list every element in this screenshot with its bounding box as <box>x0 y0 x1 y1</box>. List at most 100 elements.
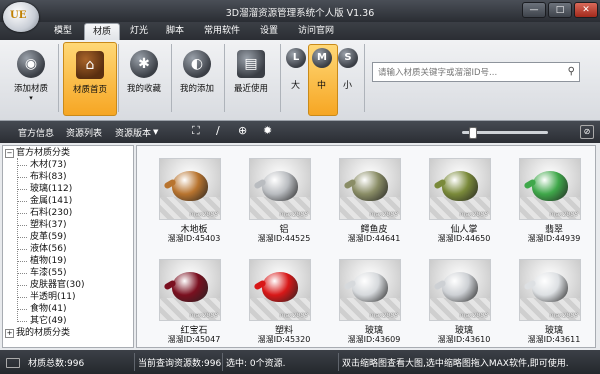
material-item[interactable]: max2008 玻璃 溜溜ID:43611 <box>511 259 581 345</box>
status-divider <box>222 353 223 371</box>
my-added-button[interactable]: ◐ 我的添加 <box>174 42 220 114</box>
tree-item[interactable]: 塑料(37) <box>30 219 66 231</box>
tree-root-mine[interactable]: + 我的材质分类 <box>5 327 70 339</box>
material-item[interactable]: max2008 铝溜溜ID:44525 <box>241 158 311 244</box>
status-bar: 材质总数:996 当前查询资源数:996 选中: 0个资源. 双击缩略图查看大图… <box>0 350 600 374</box>
tab-script[interactable]: 脚本 <box>160 23 190 40</box>
material-home-label: 材质首页 <box>72 85 107 95</box>
tree-item[interactable]: 玻璃(112) <box>30 183 72 195</box>
tree-item[interactable]: 皮革(59) <box>30 231 66 243</box>
material-id: 溜溜ID:44525 <box>257 234 311 243</box>
teapot-preview <box>442 272 478 302</box>
tree-item[interactable]: 半透明(11) <box>30 291 75 303</box>
material-thumbnail[interactable]: max2008 <box>519 158 581 220</box>
tree-item[interactable]: 液体(56) <box>30 243 66 255</box>
minimize-button[interactable]: — <box>522 2 546 18</box>
tree-item[interactable]: 金属(141) <box>30 195 72 207</box>
thumbnail-watermark: max2008 <box>279 312 308 319</box>
material-thumbnail[interactable]: max2008 <box>429 158 491 220</box>
zoom-icon[interactable]: ⊕ <box>238 124 247 137</box>
tree-item[interactable]: 食物(41) <box>30 303 66 315</box>
material-id: 溜溜ID:45403 <box>167 234 221 243</box>
tree-item[interactable]: 车漆(55) <box>30 267 66 279</box>
material-thumbnail[interactable]: max2008 <box>159 259 221 321</box>
tree-item[interactable]: 皮肤器官(30) <box>30 279 84 291</box>
tree-item[interactable]: 石料(230) <box>30 207 72 219</box>
maximize-button[interactable]: □ <box>548 2 572 18</box>
app-title: 3D溜溜资源管理系统个人版 V1.36 <box>225 8 375 19</box>
material-item[interactable]: max2008 玻璃 溜溜ID:43609 <box>331 259 401 345</box>
recent-used-button[interactable]: ▤ 最近使用 <box>228 42 274 114</box>
resource-list-link[interactable]: 资源列表 <box>66 126 102 139</box>
chevron-down-icon[interactable]: ▼ <box>153 128 158 136</box>
material-item[interactable]: max2008 木地板 溜溜ID:45403 <box>151 158 221 244</box>
home-icon: ⌂ <box>76 51 104 79</box>
material-thumbnail[interactable]: max2008 <box>249 158 311 220</box>
my-favorites-button[interactable]: ✱ 我的收藏 <box>121 42 167 114</box>
fit-view-icon[interactable]: ⛶ <box>192 124 200 138</box>
material-item[interactable]: max2008 鳄鱼皮 溜溜ID:44641 <box>331 158 401 244</box>
tree-item[interactable]: 植物(19) <box>30 255 66 267</box>
tab-material[interactable]: 材质 <box>84 23 120 41</box>
size-small-label: 小 <box>343 81 353 91</box>
panel-options-icon[interactable]: ⊘ <box>580 125 594 139</box>
thumbnail-size-slider[interactable] <box>462 127 548 139</box>
window-controls: — □ ✕ <box>520 2 598 18</box>
material-id: 溜溜ID:44641 <box>347 234 401 243</box>
material-item[interactable]: max2008 仙人掌 溜溜ID:44650 <box>421 158 491 244</box>
tab-settings[interactable]: 设置 <box>254 23 284 40</box>
material-id: 溜溜ID:44939 <box>527 234 581 243</box>
material-thumbnail[interactable]: max2008 <box>339 158 401 220</box>
material-item[interactable]: max2008 玻璃 溜溜ID:43610 <box>421 259 491 345</box>
material-thumbnail[interactable]: max2008 <box>159 158 221 220</box>
search-icon[interactable]: ⚲ <box>568 66 575 77</box>
size-large-label: 大 <box>291 81 301 91</box>
expand-icon[interactable]: + <box>5 329 14 338</box>
tree-item[interactable]: 其它(49) <box>30 315 66 327</box>
thumbnail-watermark: max2008 <box>459 312 488 319</box>
size-large-button[interactable]: L <box>286 48 306 68</box>
tree-item[interactable]: 布料(83) <box>30 171 66 183</box>
material-thumbnail[interactable]: max2008 <box>429 259 491 321</box>
settings-gear-icon[interactable]: ✹ <box>263 124 272 137</box>
size-medium-button[interactable]: M <box>312 48 332 68</box>
thumbnail-watermark: max2008 <box>459 211 488 218</box>
tree-item[interactable]: 木材(73) <box>30 159 66 171</box>
material-thumbnail[interactable]: max2008 <box>519 259 581 321</box>
edit-icon[interactable]: ∕ <box>216 124 220 137</box>
tree-connector <box>17 225 27 226</box>
close-button[interactable]: ✕ <box>574 2 598 18</box>
collapse-icon[interactable]: − <box>5 149 14 158</box>
tree-connector <box>17 237 27 238</box>
my-favorites-label: 我的收藏 <box>126 84 161 94</box>
material-item[interactable]: max2008 塑料 溜溜ID:45320 <box>241 259 311 345</box>
app-logo[interactable]: UE <box>3 2 39 32</box>
search-box[interactable]: ⚲ <box>372 62 580 82</box>
size-small-button[interactable]: S <box>338 48 358 68</box>
thumbnail-watermark: max2008 <box>279 211 308 218</box>
status-divider <box>338 353 339 371</box>
category-tree[interactable]: − 官方材质分类 木材(73) 布料(83) 玻璃(112) 金属(141) 石料(23… <box>2 145 134 348</box>
tree-connector <box>17 177 27 178</box>
material-item[interactable]: max2008 翡翠 溜溜ID:44939 <box>511 158 581 244</box>
tree-connector <box>17 213 27 214</box>
search-input[interactable] <box>376 64 565 82</box>
teapot-preview <box>262 272 298 302</box>
official-info-link[interactable]: 官方信息 <box>18 126 54 139</box>
tree-root-label: 官方材质分类 <box>16 148 71 158</box>
material-thumbnail[interactable]: max2008 <box>249 259 311 321</box>
tab-official-site[interactable]: 访问官网 <box>290 23 342 40</box>
add-material-label: 添加材质 <box>13 84 48 94</box>
add-material-button[interactable]: ◉ 添加材质 ▾ <box>10 42 52 114</box>
resource-version-dropdown[interactable]: 资源版本 <box>115 126 151 139</box>
tab-model[interactable]: 模型 <box>48 23 78 40</box>
tree-root-official[interactable]: − 官方材质分类 <box>5 147 70 159</box>
material-home-button[interactable]: ⌂ 材质首页 <box>63 42 117 116</box>
teapot-preview <box>172 171 208 201</box>
material-thumbnail[interactable]: max2008 <box>339 259 401 321</box>
tree-connector <box>17 158 18 320</box>
tab-lighting[interactable]: 灯光 <box>124 23 154 40</box>
tab-common-software[interactable]: 常用软件 <box>196 23 248 40</box>
material-item[interactable]: max2008 红宝石 溜溜ID:45047 <box>151 259 221 345</box>
slider-knob[interactable] <box>468 127 477 139</box>
